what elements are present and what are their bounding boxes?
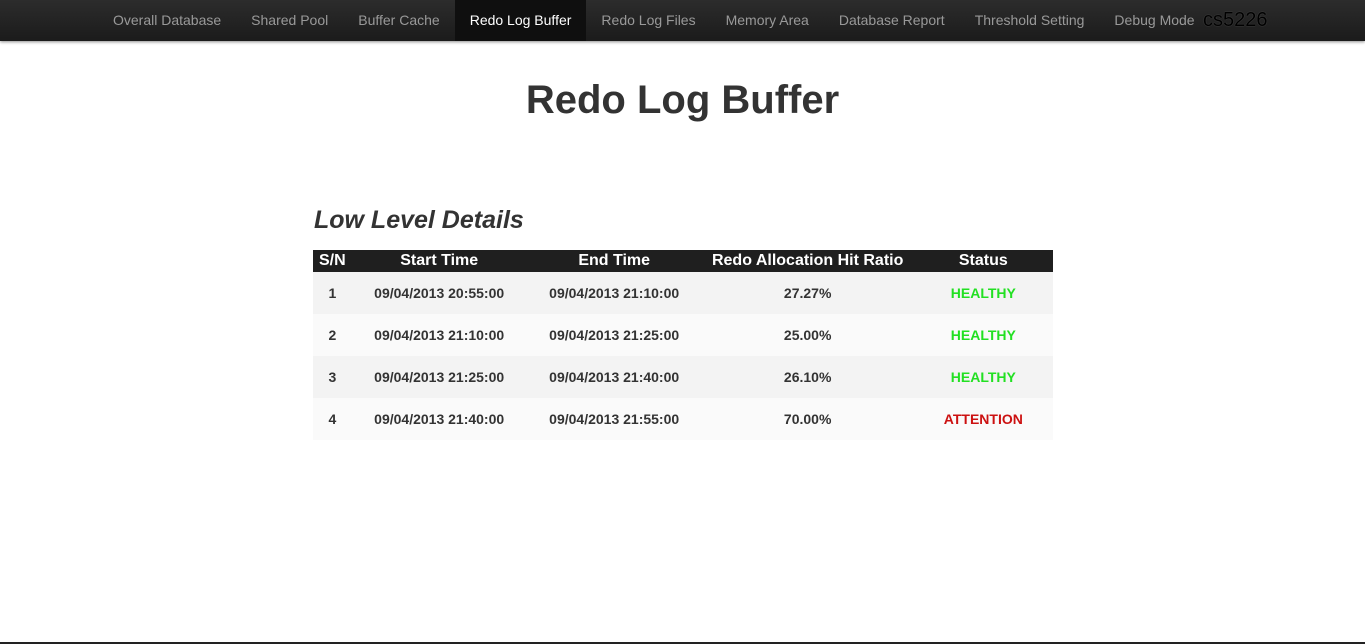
page-title: Redo Log Buffer [525,78,840,122]
cell-hit-ratio: 27.27% [783,285,832,301]
cell-sn: 1 [328,285,337,301]
header-end-time: End Time [526,250,702,272]
cell-start-time: 09/04/2013 21:10:00 [374,327,505,343]
nav-item-redo-log-buffer[interactable]: Redo Log Buffer [454,0,587,41]
cell-sn: 4 [328,411,337,427]
cell-hit-ratio: 26.10% [783,369,832,385]
header-start-time: Start Time [351,250,527,272]
nav-item-threshold-setting[interactable]: Threshold Setting [960,0,1100,41]
nav-item-redo-log-files[interactable]: Redo Log Files [586,0,710,41]
cell-sn: 2 [328,327,337,343]
status-badge: HEALTHY [950,369,1016,385]
table-row: 3 09/04/2013 21:25:00 09/04/2013 21:40:0… [313,356,1053,398]
status-badge: HEALTHY [950,327,1016,343]
brand-label[interactable]: cs5226 [1203,8,1268,32]
section-title: Low Level Details [314,206,524,234]
nav-item-memory-area[interactable]: Memory Area [711,0,824,41]
cell-hit-ratio: 70.00% [783,411,832,427]
nav-item-database-report[interactable]: Database Report [824,0,960,41]
details-table: S/N Start Time End Time Redo Allocation … [313,250,1053,440]
nav-item-buffer-cache[interactable]: Buffer Cache [343,0,454,41]
table-row: 2 09/04/2013 21:10:00 09/04/2013 21:25:0… [313,314,1053,356]
table-row: 4 09/04/2013 21:40:00 09/04/2013 21:55:0… [313,398,1053,440]
cell-sn: 3 [328,369,337,385]
top-navbar: Overall Database Shared Pool Buffer Cach… [0,0,1365,41]
header-sn: S/N [313,250,352,272]
table-header-row: S/N Start Time End Time Redo Allocation … [313,250,1053,272]
status-badge: ATTENTION [943,411,1023,427]
cell-end-time: 09/04/2013 21:25:00 [549,327,680,343]
cell-hit-ratio: 25.00% [783,327,832,343]
header-status: Status [913,250,1053,272]
nav-menu: Overall Database Shared Pool Buffer Cach… [98,0,1210,41]
header-hit-ratio: Redo Allocation Hit Ratio [701,250,914,272]
cell-end-time: 09/04/2013 21:10:00 [549,285,680,301]
nav-item-debug-mode[interactable]: Debug Mode [1099,0,1209,41]
cell-start-time: 09/04/2013 21:25:00 [374,369,505,385]
nav-item-overall-database[interactable]: Overall Database [98,0,236,41]
cell-start-time: 09/04/2013 20:55:00 [374,285,505,301]
cell-end-time: 09/04/2013 21:55:00 [549,411,680,427]
cell-start-time: 09/04/2013 21:40:00 [374,411,505,427]
nav-item-shared-pool[interactable]: Shared Pool [236,0,343,41]
status-badge: HEALTHY [950,285,1016,301]
cell-end-time: 09/04/2013 21:40:00 [549,369,680,385]
table-row: 1 09/04/2013 20:55:00 09/04/2013 21:10:0… [313,272,1053,314]
